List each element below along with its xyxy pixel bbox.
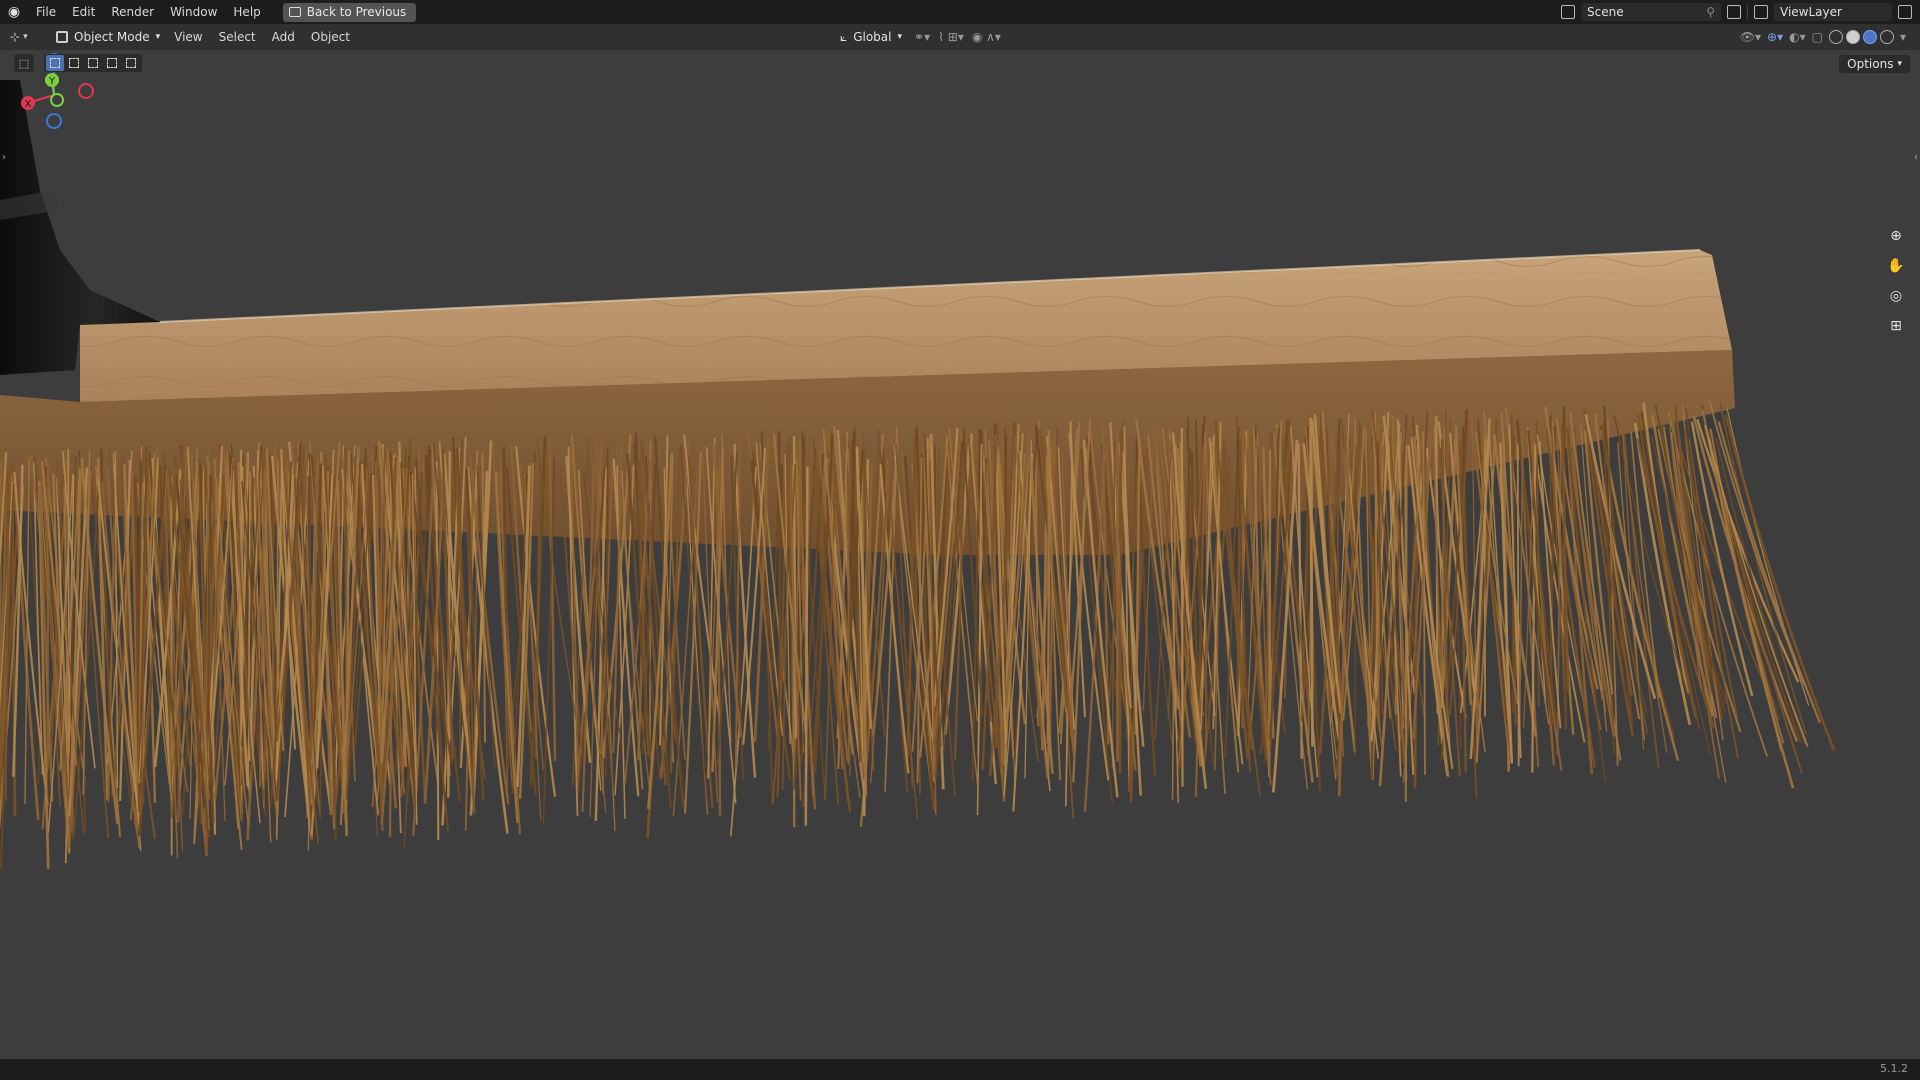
viewlayer-icon[interactable] — [1754, 5, 1768, 19]
mode-label: Object Mode — [74, 30, 150, 44]
bristle-strand — [1111, 441, 1116, 769]
options-label: Options — [1847, 57, 1894, 71]
zoom-icon[interactable]: ⊕ — [1884, 224, 1908, 248]
editor-type-icon: ⊹ — [10, 30, 21, 44]
divider — [1747, 5, 1748, 19]
bristle-strands — [0, 400, 1836, 869]
overlay-icon[interactable]: ◐▾ — [1789, 30, 1806, 44]
menu-help[interactable]: Help — [225, 0, 268, 24]
scene-name: Scene — [1587, 5, 1624, 19]
gizmo-neg-z — [46, 113, 62, 129]
back-label: Back to Previous — [306, 5, 407, 19]
select-subtract-icon[interactable] — [84, 55, 102, 71]
version-label: 5.1.2 — [1880, 1062, 1908, 1075]
bristle-strand — [1404, 445, 1408, 802]
3d-viewport[interactable]: Z X Y ⊕ ✋ ◎ ⊞ › ‹ — [0, 50, 1920, 1059]
pin-icon[interactable]: ⚲ — [1706, 5, 1715, 19]
scene-icon[interactable] — [1561, 5, 1575, 19]
select-extend-icon[interactable] — [65, 55, 83, 71]
menu-window[interactable]: Window — [162, 0, 225, 24]
proportional-edit-icon[interactable]: ◉ ∧▾ — [972, 30, 1001, 44]
gizmo-neg-x — [78, 83, 94, 99]
transform-orientation-selector[interactable]: ⟀ Global ▾ — [836, 30, 906, 45]
camera-icon[interactable]: ◎ — [1884, 284, 1908, 308]
select-invert-icon[interactable] — [103, 55, 121, 71]
chevron-down-icon: ▾ — [23, 32, 28, 42]
bristle-strand — [1205, 425, 1208, 754]
wireframe-shading-icon[interactable] — [1828, 30, 1843, 44]
bristle-strand — [1180, 427, 1184, 787]
bristle-strand — [1069, 419, 1092, 702]
material-shading-icon[interactable] — [1862, 30, 1877, 44]
bristle-strand — [435, 461, 440, 841]
chevron-down-icon: ▾ — [155, 32, 161, 42]
cursor-tool-icon[interactable]: ⬚ — [14, 54, 34, 72]
gizmo-toggle-icon[interactable]: ⊕▾ — [1767, 30, 1783, 44]
chevron-down-icon[interactable]: ▾ — [1900, 30, 1906, 44]
viewport-header: ⊹ ▾ Object Mode ▾ View Select Add Object … — [0, 24, 1920, 50]
viewlayer-name: ViewLayer — [1780, 5, 1842, 19]
blender-logo-icon[interactable]: ◉ — [0, 0, 28, 24]
mode-selector[interactable]: Object Mode ▾ — [50, 27, 166, 47]
solid-shading-icon[interactable] — [1845, 30, 1860, 44]
header-menu-select[interactable]: Select — [211, 30, 264, 44]
options-dropdown[interactable]: Options ▾ — [1839, 55, 1910, 73]
selection-mode-group — [44, 54, 142, 72]
rendered-shading-icon[interactable] — [1879, 30, 1894, 44]
scene-selector[interactable]: Scene ⚲ — [1581, 3, 1721, 21]
pivot-icon[interactable]: ⚭▾ — [914, 30, 930, 44]
left-panel-toggle-icon[interactable]: › — [2, 152, 6, 163]
select-intersect-icon[interactable] — [122, 55, 140, 71]
viewport-shading-controls: 👁▾ ⊕▾ ◐▾ ▢ ▾ — [1740, 27, 1906, 47]
orientation-label: Global — [853, 30, 892, 44]
header-menu-add[interactable]: Add — [264, 30, 303, 44]
back-icon — [288, 7, 301, 17]
bristle-strand — [1118, 430, 1123, 774]
bristle-strand — [729, 467, 757, 837]
select-new-icon[interactable] — [46, 55, 64, 71]
editor-type-selector[interactable]: ⊹ ▾ — [10, 27, 50, 47]
bristles — [0, 400, 1836, 869]
chevron-down-icon: ▾ — [1897, 59, 1902, 69]
header-menu-object[interactable]: Object — [303, 30, 358, 44]
gizmo-y-label: Y — [48, 76, 56, 87]
pan-hand-icon[interactable]: ✋ — [1884, 254, 1908, 278]
bristle-strand — [804, 466, 809, 826]
menu-file[interactable]: File — [28, 0, 64, 24]
grid-icon[interactable]: ⊞ — [1884, 314, 1908, 338]
gizmo-neg-y — [50, 93, 64, 107]
new-scene-icon[interactable] — [1727, 5, 1741, 19]
header-menu-view[interactable]: View — [166, 30, 210, 44]
status-bar: 5.1.2 — [0, 1059, 1920, 1080]
right-panel-toggle-icon[interactable]: ‹ — [1914, 152, 1918, 163]
viewlayer-selector[interactable]: ViewLayer — [1774, 3, 1892, 21]
topbar-right: Scene ⚲ ViewLayer — [1561, 0, 1920, 24]
xray-icon[interactable]: ▢ — [1812, 30, 1823, 44]
new-viewlayer-icon[interactable] — [1898, 5, 1912, 19]
top-bar: ◉ File Edit Render Window Help Back to P… — [0, 0, 1920, 24]
shading-modes — [1828, 30, 1894, 44]
menu-edit[interactable]: Edit — [64, 0, 103, 24]
navigation-buttons: ⊕ ✋ ◎ ⊞ — [1884, 224, 1908, 338]
visibility-icon[interactable]: 👁▾ — [1740, 30, 1761, 44]
back-to-previous-button[interactable]: Back to Previous — [282, 2, 417, 22]
object-mode-icon — [56, 31, 68, 43]
chevron-down-icon: ▾ — [897, 32, 903, 42]
bristle-strand — [1354, 445, 1357, 757]
snap-icon[interactable]: ⌇ ⊞▾ — [938, 30, 964, 44]
tool-settings-row: ⬚ — [14, 54, 142, 72]
orientation-icon: ⟀ — [840, 29, 848, 44]
gizmo-x-label: X — [25, 99, 32, 110]
transform-controls: ⟀ Global ▾ ⚭▾ ⌇ ⊞▾ ◉ ∧▾ — [836, 27, 1001, 47]
menu-render[interactable]: Render — [103, 0, 162, 24]
